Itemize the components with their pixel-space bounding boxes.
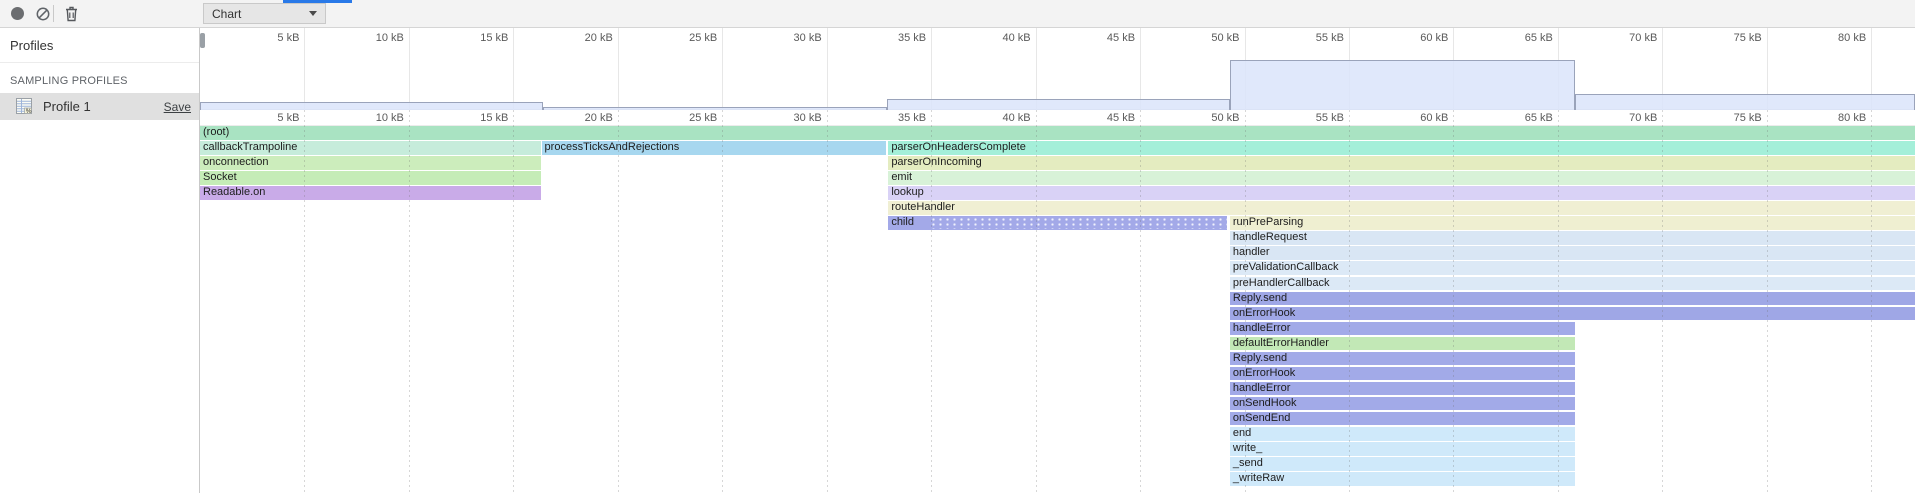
overview-gridline — [722, 28, 723, 110]
flame-tick-label: 75 kB — [1734, 112, 1762, 124]
flame-bar-processTicksAndRejections[interactable]: processTicksAndRejections — [542, 141, 887, 155]
flame-bar-routeHandler[interactable]: routeHandler — [888, 201, 1915, 215]
overview-tick-label: 10 kB — [376, 32, 404, 44]
flame-bar-write_[interactable]: write_ — [1230, 442, 1575, 456]
flame-bar-root[interactable]: (root) — [200, 126, 1915, 140]
overview-tick-label: 50 kB — [1211, 32, 1239, 44]
overview-tick-label: 30 kB — [794, 32, 822, 44]
flame-tick-label: 65 kB — [1525, 112, 1553, 124]
flame-bar-_send[interactable]: _send — [1230, 457, 1575, 471]
flame-tick-label: 15 kB — [480, 112, 508, 124]
flame-bar-child[interactable]: child — [888, 216, 1226, 230]
overview-gridline — [304, 28, 305, 110]
overview-tick-label: 65 kB — [1525, 32, 1553, 44]
overview-gridline — [513, 28, 514, 110]
overview-tick-label: 5 kB — [277, 32, 299, 44]
overview-memory-step — [1575, 94, 1915, 111]
flame-chart-ruler: 5 kB 10 kB 15 kB 20 kB 25 kB 30 kB 35 kB 40 kB 4… — [200, 110, 1915, 126]
overview-tick-label: 25 kB — [689, 32, 717, 44]
flame-bar-lookup[interactable]: lookup — [888, 186, 1915, 200]
flame-tick-label: 70 kB — [1629, 112, 1657, 124]
overview-gridline — [827, 28, 828, 110]
flame-tick-label: 60 kB — [1420, 112, 1448, 124]
flame-chart-rows: (root)callbackTrampolineprocessTicksAndR… — [200, 126, 1915, 493]
overview-gridline — [409, 28, 410, 110]
overview-tick-label: 35 kB — [898, 32, 926, 44]
delete-profile-button[interactable] — [58, 0, 84, 27]
overview-tick-label: 15 kB — [480, 32, 508, 44]
flame-bar-handleRequest[interactable]: handleRequest — [1230, 231, 1915, 245]
heap-flame-chart-pane: 5 kB 10 kB 15 kB 20 kB 25 kB 30 kB 35 kB 40 kB 4… — [200, 28, 1915, 493]
flame-bar-callbackTrampoline[interactable]: callbackTrampoline — [200, 141, 541, 155]
chart-view-select[interactable]: Chart — [203, 3, 326, 24]
svg-text:%: % — [26, 108, 32, 115]
profile-name: Profile 1 — [43, 99, 91, 114]
flame-bar-Socket[interactable]: Socket — [200, 171, 541, 185]
flame-tick-label: 55 kB — [1316, 112, 1344, 124]
flame-bar-Readable.on[interactable]: Readable.on — [200, 186, 541, 200]
overview-gridline — [1036, 28, 1037, 110]
toolbar-separator — [53, 5, 54, 22]
flame-bar-onErrorHook[interactable]: onErrorHook — [1230, 367, 1575, 381]
overview-tick-label: 80 kB — [1838, 32, 1866, 44]
flame-tick-label: 40 kB — [1002, 112, 1030, 124]
flame-bar-runPreParsing[interactable]: runPreParsing — [1230, 216, 1915, 230]
flame-bar-parserOnHeadersComplete[interactable]: parserOnHeadersComplete — [888, 141, 1915, 155]
record-button[interactable] — [4, 0, 30, 27]
flame-bar-defaultErrorHandler[interactable]: defaultErrorHandler — [1230, 337, 1575, 351]
memory-overview-pane[interactable]: 5 kB 10 kB 15 kB 20 kB 25 kB 30 kB 35 kB 40 kB 4… — [200, 28, 1915, 110]
flame-bar-handleError[interactable]: handleError — [1230, 382, 1575, 396]
bar-dot-pattern — [930, 217, 1226, 229]
flame-tick-label: 80 kB — [1838, 112, 1866, 124]
sampling-profiles-header: SAMPLING PROFILES — [0, 63, 199, 93]
profile-document-icon: % — [15, 98, 34, 115]
flame-tick-label: 25 kB — [689, 112, 717, 124]
overview-memory-step — [1230, 60, 1575, 110]
toolbar: Chart — [0, 0, 1915, 28]
flame-bar-Reply.send[interactable]: Reply.send — [1230, 352, 1575, 366]
overview-tick-label: 45 kB — [1107, 32, 1135, 44]
overview-memory-step — [200, 102, 543, 110]
overview-gridline — [931, 28, 932, 110]
overview-tick-label: 55 kB — [1316, 32, 1344, 44]
flame-bar-handleError[interactable]: handleError — [1230, 322, 1575, 336]
flame-tick-label: 20 kB — [585, 112, 613, 124]
flame-bar-emit[interactable]: emit — [888, 171, 1915, 185]
sidebar-item-profile-1[interactable]: % Profile 1 Save — [0, 93, 199, 120]
chart-view-select-value: Chart — [212, 7, 241, 21]
flame-tick-label: 50 kB — [1211, 112, 1239, 124]
flame-bar-handler[interactable]: handler — [1230, 246, 1915, 260]
overview-tick-label: 60 kB — [1420, 32, 1448, 44]
flame-tick-label: 35 kB — [898, 112, 926, 124]
flame-bar-Reply.send[interactable]: Reply.send — [1230, 292, 1915, 306]
flame-bar-_writeRaw[interactable]: _writeRaw — [1230, 472, 1575, 486]
flame-bar-onErrorHook[interactable]: onErrorHook — [1230, 307, 1915, 321]
overview-gridline — [618, 28, 619, 110]
flame-bar-onSendEnd[interactable]: onSendEnd — [1230, 412, 1575, 426]
chevron-down-icon — [309, 11, 317, 16]
flame-bar-parserOnIncoming[interactable]: parserOnIncoming — [888, 156, 1915, 170]
save-profile-link[interactable]: Save — [164, 100, 191, 114]
block-icon — [35, 6, 51, 22]
flame-bar-onconnection[interactable]: onconnection — [200, 156, 541, 170]
record-icon — [11, 7, 24, 20]
overview-gridline — [1140, 28, 1141, 110]
flame-bar-preHandlerCallback[interactable]: preHandlerCallback — [1230, 277, 1915, 291]
sidebar: Profiles SAMPLING PROFILES % Profile 1 S… — [0, 28, 200, 493]
sidebar-title: Profiles — [0, 28, 199, 63]
overview-tick-label: 40 kB — [1002, 32, 1030, 44]
flame-tick-label: 5 kB — [277, 112, 299, 124]
flame-tick-label: 30 kB — [794, 112, 822, 124]
flame-bar-preValidationCallback[interactable]: preValidationCallback — [1230, 261, 1915, 275]
trash-icon — [64, 6, 79, 22]
overview-tick-label: 20 kB — [585, 32, 613, 44]
overview-tick-label: 70 kB — [1629, 32, 1657, 44]
flame-bar-onSendHook[interactable]: onSendHook — [1230, 397, 1575, 411]
overview-range-handle[interactable] — [200, 33, 205, 48]
flame-bar-end[interactable]: end — [1230, 427, 1575, 441]
overview-memory-step — [887, 99, 1230, 110]
flame-tick-label: 10 kB — [376, 112, 404, 124]
overview-tick-label: 75 kB — [1734, 32, 1762, 44]
flame-tick-label: 45 kB — [1107, 112, 1135, 124]
